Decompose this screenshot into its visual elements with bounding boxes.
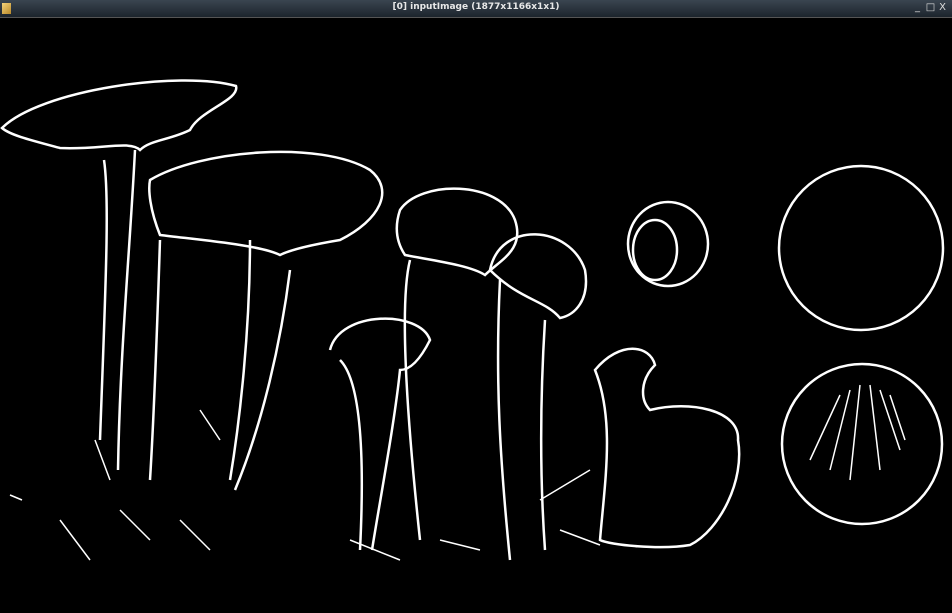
maximize-button[interactable]: □ [925,2,936,14]
mushroom-outline [593,347,741,549]
debris-fragments [9,409,601,561]
mushroom-cap-ring [631,218,679,282]
image-canvas[interactable] [0,18,952,609]
mushroom-outline [328,317,432,551]
mushroom-cap-ring [777,164,945,332]
mushroom-gills-ring [780,362,944,526]
edge-image [0,79,945,561]
mushroom-outline [148,150,384,491]
window-titlebar[interactable]: [0] inputImage (1877x1166x1x1) _ □ X [0,0,952,18]
mushroom-gills [809,384,906,481]
window-title: [0] inputImage (1877x1166x1x1) [392,2,560,12]
mushroom-outline [488,233,588,561]
minimize-button[interactable]: _ [912,2,923,14]
close-button[interactable]: X [937,2,948,14]
